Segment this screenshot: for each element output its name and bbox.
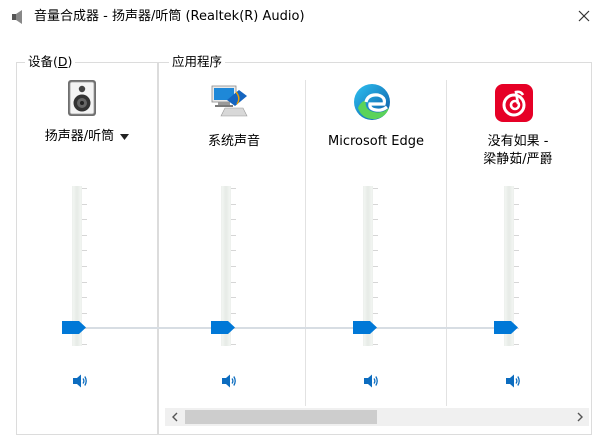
slider-thumb[interactable] [494, 321, 518, 334]
slider-tick [373, 344, 378, 345]
slider-tick [514, 297, 519, 299]
device-selector[interactable]: 扬声器/听筒 [20, 128, 154, 146]
netease-music-icon[interactable] [494, 83, 534, 123]
slider-thumb[interactable] [211, 321, 235, 334]
slider-tick [231, 188, 236, 189]
slider-tick [82, 234, 87, 236]
system-sounds-mute-button[interactable] [220, 372, 238, 390]
device-volume-slider[interactable] [58, 186, 98, 346]
system-sounds-volume-slider[interactable] [207, 186, 247, 346]
app-label-system-sounds: 系统声音 [207, 134, 260, 149]
slider-tick [514, 266, 519, 267]
slider-tick [373, 312, 378, 314]
volume-mixer-window: 音量合成器 - 扬声器/听筒 (Realtek(R) Audio) 设备(D) … [0, 0, 605, 448]
app-label-edge: Microsoft Edge [327, 134, 424, 149]
chevron-right-icon [577, 412, 583, 422]
slider-tick [82, 203, 87, 205]
close-icon [578, 10, 590, 22]
slider-tick [231, 250, 236, 252]
slider-tick [373, 234, 378, 236]
slider-tick [514, 219, 519, 221]
app-label-line1: 没有如果 - [487, 134, 549, 149]
slider-tick [514, 250, 519, 252]
slider-tick [514, 203, 519, 205]
speaker-device-icon[interactable] [62, 78, 102, 118]
slider-tick [514, 188, 519, 189]
triangle-down-icon [120, 134, 130, 140]
edge-icon[interactable] [352, 82, 392, 122]
slider-tick [231, 281, 236, 283]
slider-tick [373, 281, 378, 283]
edge-mute-button[interactable] [362, 372, 380, 390]
slider-tick [231, 219, 236, 221]
slider-tick [231, 344, 236, 345]
netease-music-mute-button[interactable] [504, 372, 522, 390]
slider-tick [82, 312, 87, 314]
system-sounds-icon[interactable] [209, 80, 249, 120]
speaker-icon [12, 10, 22, 24]
slider-tick [231, 312, 236, 314]
scroll-right-button[interactable] [571, 408, 589, 426]
slider-tick [82, 297, 87, 299]
slider-tick [373, 219, 378, 221]
slider-tick [82, 188, 87, 189]
column-divider [305, 80, 306, 406]
column-divider [446, 80, 447, 406]
slider-tick [373, 266, 378, 267]
slider-tick [82, 219, 87, 221]
scrollbar-thumb[interactable] [185, 410, 377, 424]
slider-tick [373, 188, 378, 189]
app-label-netease-music: 没有如果 - 梁静茹/严爵 [449, 133, 587, 169]
slider-tick [231, 203, 236, 205]
slider-tick [231, 266, 236, 267]
slider-tick [82, 344, 87, 345]
device-group-legend: 设备(D) [25, 53, 76, 71]
netease-music-volume-slider[interactable] [490, 186, 530, 346]
scroll-left-button[interactable] [165, 408, 183, 426]
slider-tick [514, 281, 519, 283]
horizontal-scrollbar[interactable] [165, 408, 589, 426]
slider-tick [82, 250, 87, 252]
edge-volume-slider[interactable] [349, 186, 389, 346]
slider-tick [514, 234, 519, 236]
slider-tick [82, 281, 87, 283]
slider-tick [373, 297, 378, 299]
peak-meter-line [80, 327, 510, 329]
slider-tick [82, 266, 87, 267]
close-button[interactable] [569, 2, 599, 30]
chevron-left-icon [171, 412, 177, 422]
applications-group-legend: 应用程序 [169, 53, 226, 71]
slider-tick [231, 297, 236, 299]
slider-tick [231, 234, 236, 236]
slider-tick [373, 250, 378, 252]
slider-thumb[interactable] [353, 321, 377, 334]
device-mute-button[interactable] [71, 372, 89, 390]
app-label-line2: 梁静茹/严爵 [483, 152, 553, 167]
window-title: 音量合成器 - 扬声器/听筒 (Realtek(R) Audio) [34, 9, 305, 24]
slider-thumb[interactable] [62, 321, 86, 334]
slider-tick [514, 312, 519, 314]
slider-tick [373, 203, 378, 205]
device-label: 扬声器/听筒 [44, 129, 115, 144]
slider-tick [514, 344, 519, 345]
